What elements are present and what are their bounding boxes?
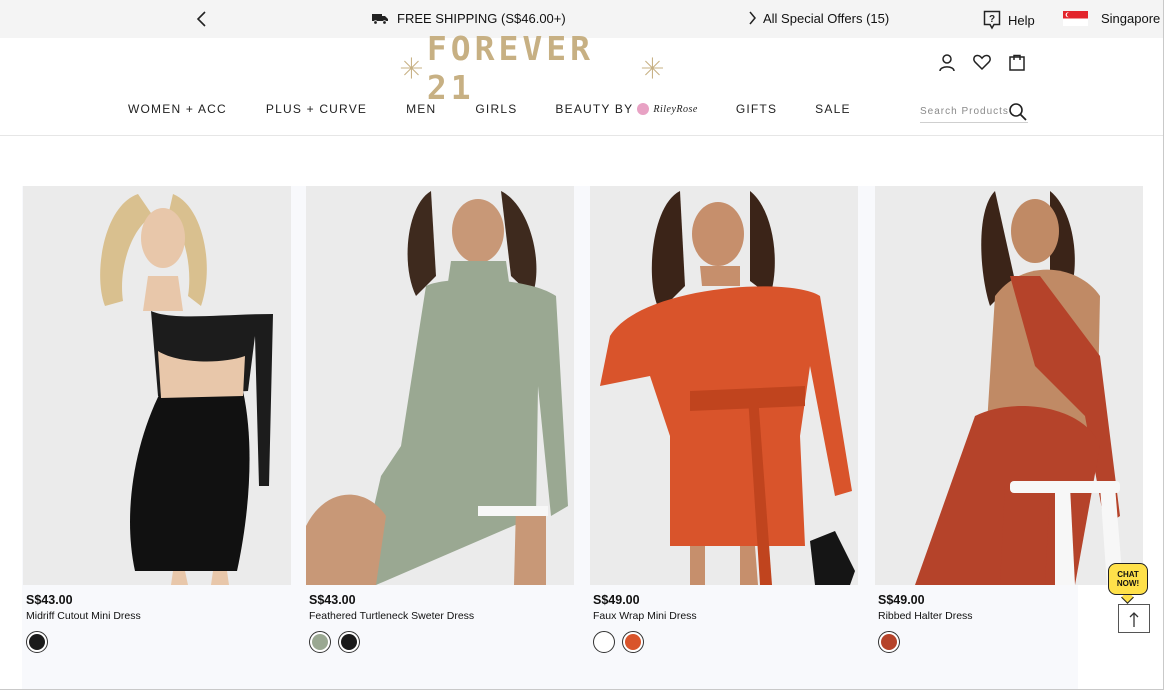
nav-gifts[interactable]: GIFTS xyxy=(736,102,777,116)
singapore-flag-icon xyxy=(1063,11,1088,26)
heart-icon[interactable] xyxy=(972,52,992,72)
product-price: S$49.00 xyxy=(878,593,925,607)
product-price: S$49.00 xyxy=(593,593,640,607)
color-swatch[interactable] xyxy=(26,631,48,653)
sparkle-icon xyxy=(641,57,664,79)
special-offers-text: All Special Offers (15) xyxy=(763,10,890,26)
swatch-color xyxy=(312,634,328,650)
color-swatch[interactable] xyxy=(338,631,360,653)
color-swatch[interactable] xyxy=(878,631,900,653)
help-icon: ? xyxy=(983,10,1001,30)
product-image[interactable] xyxy=(875,186,1143,585)
product-card[interactable]: S$49.00 Ribbed Halter Dress xyxy=(875,186,1143,666)
swatch-color xyxy=(341,634,357,650)
nav-men[interactable]: MEN xyxy=(406,102,436,116)
product-name[interactable]: Faux Wrap Mini Dress xyxy=(593,610,697,622)
search-icon[interactable] xyxy=(1008,102,1027,121)
product-price: S$43.00 xyxy=(26,593,73,607)
help-label: Help xyxy=(1008,12,1035,28)
product-card[interactable]: S$43.00 Midriff Cutout Mini Dress xyxy=(23,186,291,666)
color-swatch[interactable] xyxy=(593,631,615,653)
product-image[interactable] xyxy=(306,186,574,585)
swatch-color xyxy=(625,634,641,650)
free-shipping-banner[interactable]: FREE SHIPPING (S$46.00+) xyxy=(372,11,566,26)
svg-text:?: ? xyxy=(989,14,995,25)
special-offers-link[interactable]: All Special Offers (15) xyxy=(747,10,889,26)
shopping-bag-icon[interactable] xyxy=(1007,52,1027,72)
header-actions xyxy=(937,52,1027,72)
riley-rose-logo-icon xyxy=(637,103,650,115)
chat-line-1: CHAT xyxy=(1117,570,1139,579)
swatch-color xyxy=(29,634,45,650)
chevron-left-icon[interactable] xyxy=(193,9,211,29)
product-price: S$43.00 xyxy=(309,593,356,607)
region-selector[interactable]: Singapore xyxy=(1063,11,1160,26)
color-swatch[interactable] xyxy=(622,631,644,653)
nav-beauty-by-riley-rose[interactable]: BEAUTY BY RileyRose xyxy=(555,102,697,116)
swatch-color xyxy=(596,634,612,650)
region-label: Singapore xyxy=(1101,11,1161,26)
chat-bubble: CHAT NOW! xyxy=(1108,563,1148,595)
main-nav: WOMEN + ACC PLUS + CURVE MEN GIRLS BEAUT… xyxy=(128,102,851,116)
product-image[interactable] xyxy=(590,186,858,585)
color-swatches xyxy=(309,631,360,653)
search-box xyxy=(920,100,1028,123)
nav-plus-curve[interactable]: PLUS + CURVE xyxy=(266,102,367,116)
color-swatch[interactable] xyxy=(309,631,331,653)
forever21-logo[interactable]: FOREVER 21 xyxy=(400,29,664,107)
product-name[interactable]: Midriff Cutout Mini Dress xyxy=(26,610,141,622)
truck-icon xyxy=(372,13,388,25)
product-image[interactable] xyxy=(23,186,291,585)
swatch-color xyxy=(881,634,897,650)
chevron-right-icon xyxy=(749,11,756,25)
nav-women-acc[interactable]: WOMEN + ACC xyxy=(128,102,227,116)
riley-rose-brand: RileyRose xyxy=(653,103,698,115)
back-to-top-button[interactable] xyxy=(1118,604,1150,633)
color-swatches xyxy=(26,631,48,653)
user-icon[interactable] xyxy=(937,52,957,72)
product-card[interactable]: S$49.00 Faux Wrap Mini Dress xyxy=(590,186,858,666)
nav-sale[interactable]: SALE xyxy=(815,102,851,116)
color-swatches xyxy=(878,631,900,653)
logo-text: FOREVER 21 xyxy=(426,29,594,107)
nav-girls[interactable]: GIRLS xyxy=(475,102,517,116)
color-swatches xyxy=(593,631,644,653)
help-link[interactable]: ? Help xyxy=(983,10,1035,30)
product-name[interactable]: Feathered Turtleneck Sweter Dress xyxy=(309,610,474,622)
nav-beauty-label: BEAUTY BY xyxy=(555,102,634,116)
product-card[interactable]: S$43.00 Feathered Turtleneck Sweter Dres… xyxy=(306,186,574,666)
free-shipping-text: FREE SHIPPING (S$46.00+) xyxy=(397,11,566,26)
chat-now-button[interactable]: CHAT NOW! xyxy=(1108,563,1150,604)
site-header: FOREVER 21 WOMEN + ACC PLUS + CURVE MEN … xyxy=(0,29,1164,136)
sparkle-icon xyxy=(400,57,423,79)
product-name[interactable]: Ribbed Halter Dress xyxy=(878,610,973,622)
arrow-up-icon xyxy=(1129,611,1139,627)
chat-line-2: NOW! xyxy=(1116,579,1140,588)
search-input[interactable] xyxy=(920,105,1008,117)
